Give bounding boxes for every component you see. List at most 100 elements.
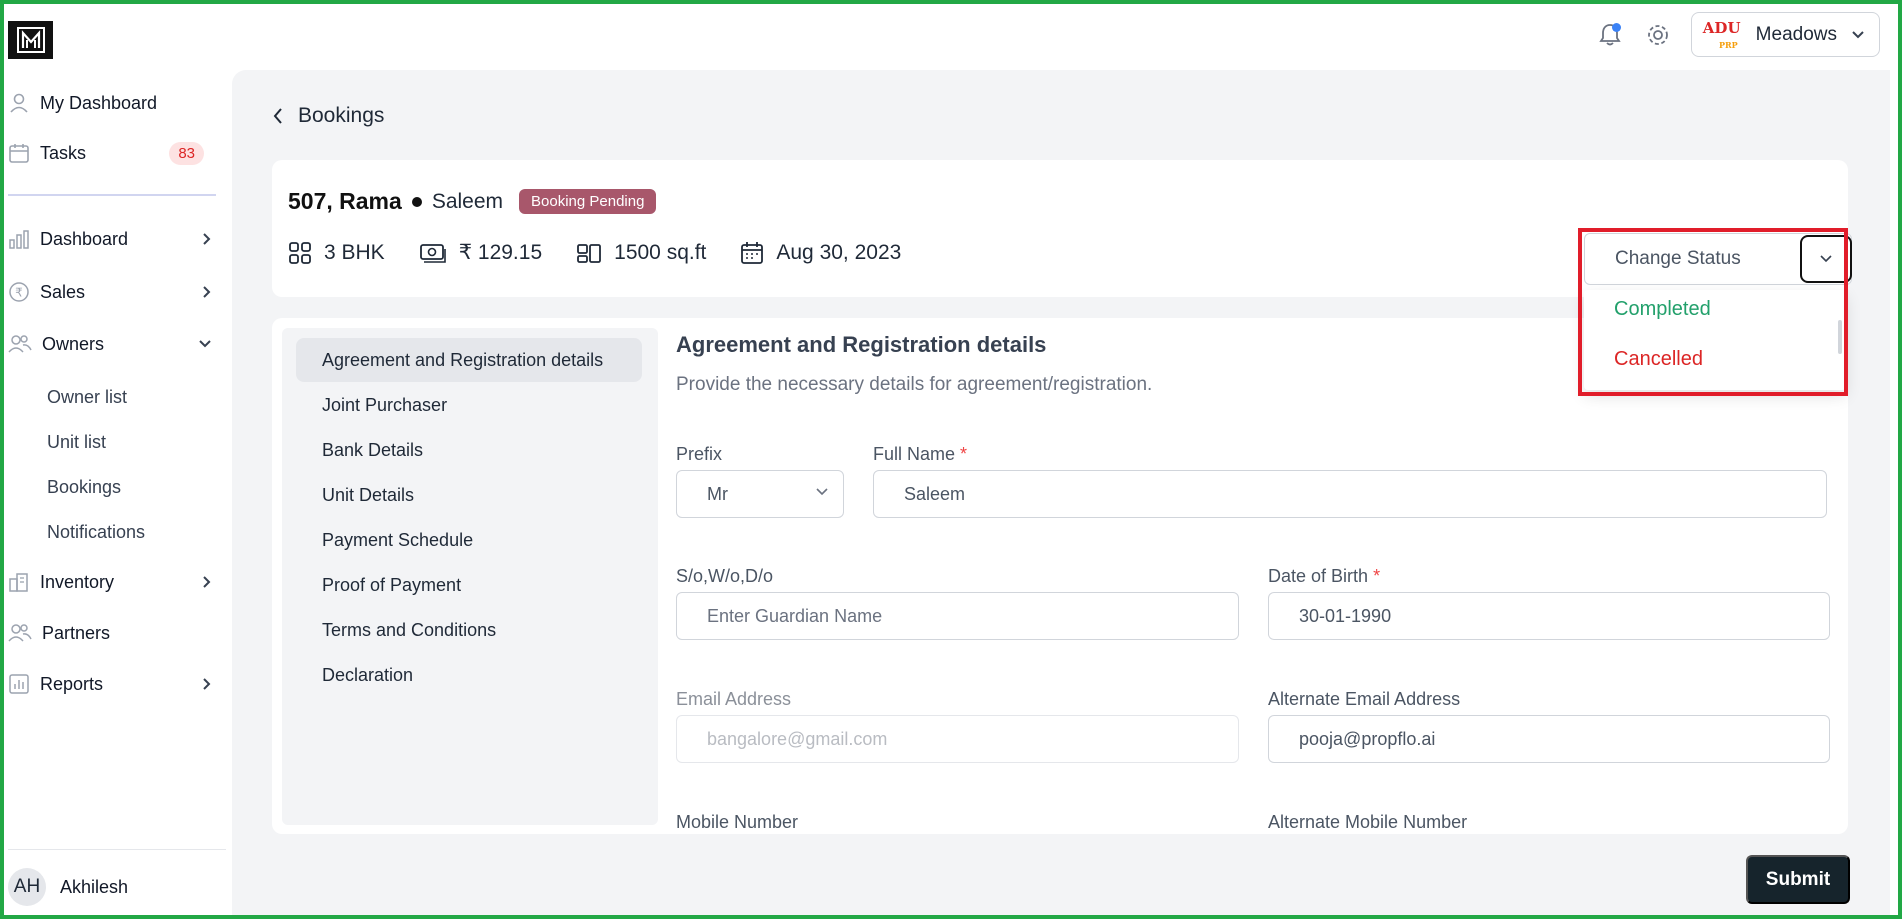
- alt-email-label: Alternate Email Address: [1268, 689, 1461, 709]
- breadcrumb-label: Bookings: [298, 104, 385, 127]
- rupee-icon: ₹: [9, 282, 29, 302]
- step-declaration[interactable]: Declaration: [296, 653, 642, 697]
- report-icon: [9, 674, 29, 694]
- full-name-label-text: Full Name: [873, 444, 956, 464]
- sidebar-subitem-bookings[interactable]: Bookings: [47, 477, 121, 498]
- config-value: 3 BHK: [324, 240, 385, 264]
- status-dropdown-toggle[interactable]: [1800, 235, 1852, 283]
- status-badge: Booking Pending: [519, 189, 657, 214]
- breadcrumb[interactable]: Bookings: [272, 104, 384, 128]
- sidebar-subitem-owner-list[interactable]: Owner list: [47, 387, 127, 408]
- change-status-label: Change Status: [1615, 248, 1741, 269]
- alt-mobile-label: Alternate Mobile Number: [1268, 812, 1468, 832]
- chevron-right-icon: [203, 678, 211, 690]
- submit-button[interactable]: Submit: [1746, 855, 1850, 904]
- prefix-select[interactable]: Mr: [676, 470, 844, 518]
- sidebar-subitem-unit-list[interactable]: Unit list: [47, 432, 106, 453]
- project-logo-sub: PRP: [1718, 39, 1738, 50]
- svg-text:₹: ₹: [15, 286, 23, 300]
- step-unit-details[interactable]: Unit Details: [296, 473, 642, 517]
- user-profile[interactable]: AH Akhilesh: [8, 868, 128, 906]
- alt-email-field[interactable]: pooja@propflo.ai: [1268, 715, 1830, 763]
- email-field: bangalore@gmail.com: [676, 715, 1239, 763]
- calendar-icon: [741, 241, 764, 264]
- chevron-down-icon: [1852, 30, 1864, 38]
- email-label: Email Address: [676, 689, 792, 709]
- sidebar-item-tasks[interactable]: Tasks 83: [8, 141, 218, 165]
- step-payment-schedule[interactable]: Payment Schedule: [296, 518, 642, 562]
- meta-date: Aug 30, 2023: [740, 241, 901, 265]
- sidebar-item-reports[interactable]: Reports: [8, 673, 218, 695]
- sidebar-item-label: Partners: [42, 622, 111, 643]
- dropdown-scrollbar[interactable]: [1838, 320, 1842, 354]
- app-logo[interactable]: [8, 21, 53, 59]
- chevron-left-icon: [273, 108, 282, 124]
- user-name: Akhilesh: [60, 876, 129, 897]
- users-icon: [8, 624, 32, 642]
- main-content: Bookings 507, Rama Saleem Booking Pendin…: [232, 70, 1890, 919]
- tasks-count-badge: 83: [169, 141, 204, 165]
- date-value: Aug 30, 2023: [776, 240, 902, 264]
- sidebar-item-partners[interactable]: Partners: [8, 622, 218, 644]
- project-switcher[interactable]: ADU PRP Meadows: [1690, 12, 1880, 57]
- meta-config: 3 BHK: [288, 241, 385, 265]
- step-terms[interactable]: Terms and Conditions: [296, 608, 642, 652]
- booking-title: 507, Rama Saleem Booking Pending: [288, 188, 657, 215]
- agreement-form: Agreement and Registration details Provi…: [676, 318, 1836, 834]
- sidebar-item-label: Inventory: [40, 571, 115, 592]
- dob-field[interactable]: 30-01-1990: [1268, 592, 1830, 640]
- project-logo: ADU PRP: [1702, 18, 1742, 50]
- sidebar-item-sales[interactable]: ₹ Sales: [8, 281, 218, 303]
- meta-price: ₹ 129.15: [419, 240, 542, 265]
- guardian-field[interactable]: Enter Guardian Name: [676, 592, 1239, 640]
- change-status-select[interactable]: Change Status: [1584, 233, 1852, 285]
- sidebar-footer-divider: [8, 849, 226, 850]
- project-name: Meadows: [1755, 23, 1837, 45]
- sidebar-item-owners[interactable]: Owners: [8, 333, 218, 355]
- area-value: 1500 sq.ft: [614, 240, 707, 264]
- owner-name: Saleem: [431, 189, 504, 213]
- avatar: AH: [8, 868, 46, 906]
- sidebar-item-label: Owners: [42, 333, 105, 354]
- sidebar-item-label: Tasks: [40, 142, 87, 163]
- booking-meta: 3 BHK ₹ 129.15 1500 sq.ft Aug 30, 2023: [288, 240, 901, 265]
- logo-mark-icon: [16, 27, 45, 53]
- user-icon: [10, 93, 28, 113]
- sidebar-divider: [8, 194, 216, 196]
- chevron-right-icon: [203, 233, 211, 245]
- sidebar-item-label: Reports: [40, 673, 104, 694]
- sidebar-subitem-notifications[interactable]: Notifications: [47, 522, 145, 543]
- step-agreement[interactable]: Agreement and Registration details: [296, 338, 642, 382]
- users-icon: [8, 335, 32, 353]
- project-logo-text: ADU: [1702, 18, 1741, 37]
- booking-form-card: Agreement and Registration details Joint…: [272, 318, 1848, 834]
- required-mark: *: [1373, 566, 1381, 586]
- notifications-button[interactable]: [1595, 20, 1625, 50]
- step-joint-purchaser[interactable]: Joint Purchaser: [296, 383, 642, 427]
- prefix-value: Mr: [707, 483, 728, 504]
- dob-label-text: Date of Birth: [1268, 566, 1369, 586]
- sidebar-item-my-dashboard[interactable]: My Dashboard: [8, 92, 218, 114]
- area-icon: [577, 243, 602, 263]
- status-option-cancelled[interactable]: Cancelled: [1614, 348, 1703, 371]
- sidebar: My Dashboard Tasks 83 Dashboard ₹ Sales …: [0, 82, 232, 919]
- chevron-down-icon: [199, 340, 211, 348]
- sidebar-item-inventory[interactable]: Inventory: [8, 571, 218, 593]
- settings-button[interactable]: [1643, 20, 1673, 50]
- status-option-completed[interactable]: Completed: [1614, 298, 1711, 321]
- unit-name: 507, Rama: [288, 188, 402, 214]
- step-proof-of-payment[interactable]: Proof of Payment: [296, 563, 642, 607]
- sidebar-item-label: Dashboard: [40, 228, 129, 249]
- chevron-right-icon: [203, 576, 211, 588]
- money-icon: [419, 243, 446, 263]
- building-icon: [9, 573, 28, 592]
- dob-label: Date of Birth *: [1268, 566, 1380, 587]
- step-bank-details[interactable]: Bank Details: [296, 428, 642, 472]
- mobile-label: Mobile Number: [676, 812, 799, 832]
- full-name-field[interactable]: Saleem: [873, 470, 1827, 518]
- calendar-icon: [9, 144, 29, 163]
- status-dropdown-menu: Completed Cancelled: [1584, 290, 1846, 390]
- grid-icon: [289, 241, 311, 264]
- sidebar-item-dashboard[interactable]: Dashboard: [8, 228, 218, 250]
- notification-dot: [1611, 22, 1621, 32]
